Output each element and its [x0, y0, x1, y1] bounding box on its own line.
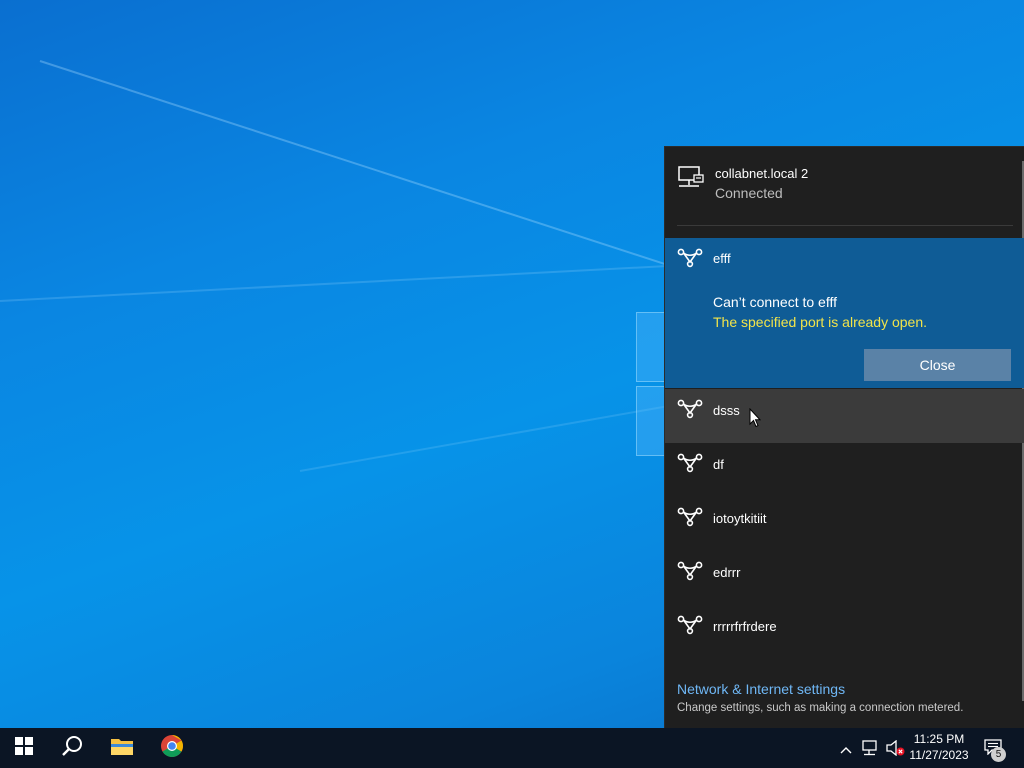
light-beam [0, 264, 680, 302]
search-icon [61, 735, 83, 762]
network-flyout: collabnet.local 2 Connected efff Can’t c… [664, 146, 1024, 729]
file-explorer-button[interactable] [98, 728, 146, 768]
divider [677, 225, 1013, 226]
ethernet-icon [677, 165, 705, 194]
clock[interactable]: 11:25 PM 11/27/2023 [906, 731, 972, 763]
light-beam [299, 404, 675, 472]
network-name: df [713, 457, 724, 472]
network-name: iotoytkitiit [713, 511, 767, 526]
network-item-expanded[interactable]: efff Can’t connect to efff The specified… [665, 238, 1024, 388]
error-detail: The specified port is already open. [713, 314, 928, 330]
network-name: edrrr [713, 565, 741, 580]
chrome-icon [160, 734, 184, 763]
network-settings-description: Change settings, such as making a connec… [677, 702, 964, 714]
network-name: efff [713, 251, 731, 266]
notification-count-badge: 5 [991, 747, 1006, 762]
network-settings-link[interactable]: Network & Internet settings [677, 681, 845, 697]
taskbar: 11:25 PM 11/27/2023 5 [0, 728, 1024, 768]
network-name: dsss [713, 403, 740, 418]
light-beam [39, 60, 707, 279]
start-icon [15, 736, 33, 760]
search-button[interactable] [48, 728, 96, 768]
network-item[interactable]: rrrrrfrfrdere [665, 605, 1024, 659]
chrome-button[interactable] [148, 728, 196, 768]
dialup-icon [677, 248, 703, 268]
dialup-icon [677, 453, 703, 473]
network-name: rrrrrfrfrdere [713, 619, 777, 634]
dialup-icon [677, 507, 703, 527]
clock-time: 11:25 PM [913, 732, 965, 746]
mouse-cursor-icon [749, 407, 762, 433]
volume-muted-icon[interactable] [886, 739, 906, 761]
start-button[interactable] [0, 728, 48, 768]
network-icon[interactable] [862, 740, 880, 761]
network-item[interactable]: df [665, 443, 1024, 497]
clock-date: 11/27/2023 [909, 748, 969, 762]
network-item[interactable]: iotoytkitiit [665, 497, 1024, 551]
wired-network-status: Connected [715, 185, 783, 201]
dialup-icon [677, 615, 703, 635]
file-explorer-icon [110, 736, 134, 761]
dialup-icon [677, 561, 703, 581]
wired-connection[interactable]: collabnet.local 2 Connected [665, 147, 1024, 227]
network-item[interactable]: edrrr [665, 551, 1024, 605]
close-button[interactable]: Close [864, 349, 1011, 381]
network-item[interactable]: dsss [665, 389, 1024, 443]
chevron-up-icon[interactable] [840, 742, 852, 760]
dialup-icon [677, 399, 703, 419]
wired-network-name: collabnet.local 2 [715, 166, 809, 181]
error-title: Can’t connect to efff [713, 294, 838, 310]
